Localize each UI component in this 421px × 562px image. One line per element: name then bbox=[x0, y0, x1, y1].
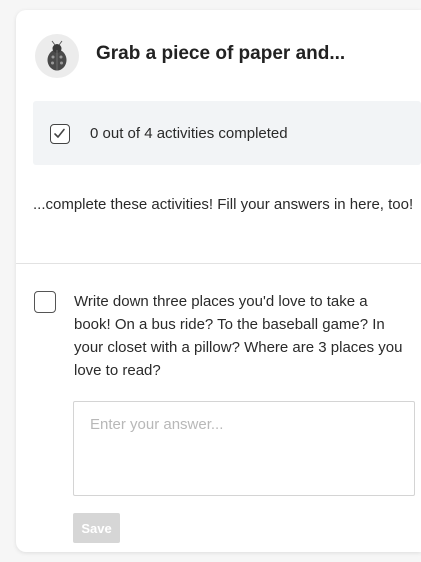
activity-checkbox[interactable] bbox=[34, 291, 56, 313]
progress-checkmark-icon bbox=[50, 124, 70, 144]
answer-field-container bbox=[73, 401, 415, 496]
activity-card: Grab a piece of paper and... 0 out of 4 … bbox=[16, 10, 421, 552]
answer-input[interactable] bbox=[74, 402, 414, 495]
ladybug-icon bbox=[35, 34, 79, 78]
save-button[interactable]: Save bbox=[73, 513, 120, 543]
activity-prompt: Write down three places you'd love to ta… bbox=[74, 293, 403, 379]
card-title: Grab a piece of paper and... bbox=[96, 43, 346, 64]
progress-summary: 0 out of 4 activities completed bbox=[33, 101, 421, 165]
page-background: Grab a piece of paper and... 0 out of 4 … bbox=[0, 0, 421, 562]
progress-text: 0 out of 4 activities completed bbox=[90, 125, 288, 142]
divider bbox=[16, 263, 421, 264]
intro-text: ...complete these activities! Fill your … bbox=[33, 196, 414, 213]
card-header: Grab a piece of paper and... bbox=[16, 10, 421, 98]
